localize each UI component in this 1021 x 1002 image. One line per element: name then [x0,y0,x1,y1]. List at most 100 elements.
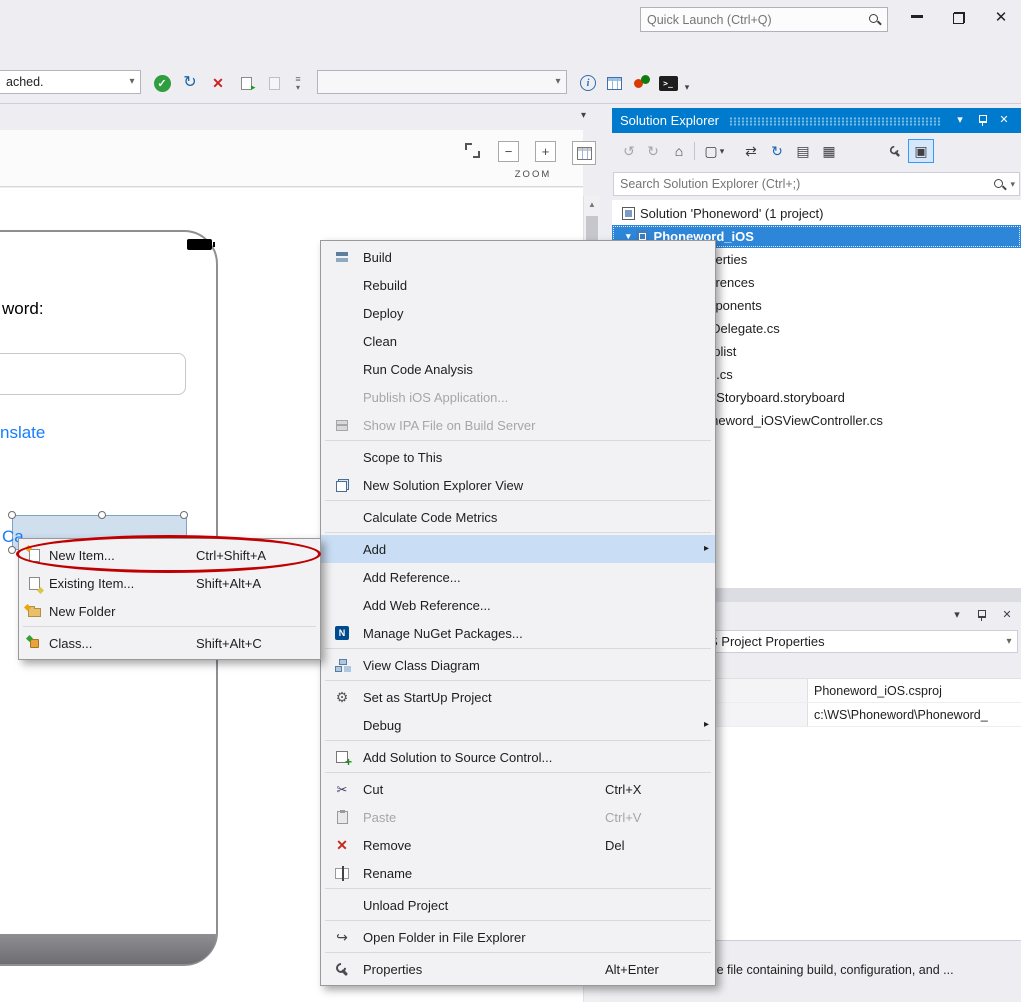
console-button[interactable]: >_ [656,72,680,94]
toolbar-overflow-button[interactable]: ≡ ▾ [290,72,306,94]
device-combobox-value: ached. [0,75,124,89]
home-icon[interactable]: ⌂ [668,141,690,161]
submenu-arrow-icon: ▸ [695,544,709,554]
menu-item-unload-project[interactable]: Unload Project [321,891,715,919]
context-menu: Build Rebuild Deploy Clean Run Code Anal… [320,240,716,986]
menu-item-run-code-analysis[interactable]: Run Code Analysis [321,355,715,383]
toolbar-separator [694,142,695,160]
submenu-item-new-item[interactable]: New Item... Ctrl+Shift+A [19,541,320,569]
new-folder-icon [28,608,41,617]
quick-launch[interactable] [640,7,888,32]
solution-explorer-search-input[interactable] [620,177,993,191]
build-icon [336,251,349,263]
locked-action-button[interactable] [262,72,286,94]
restore-icon [953,12,965,24]
connection-status-button[interactable]: ✓ [150,72,174,94]
search-icon[interactable] [868,13,881,26]
actual-size-button[interactable] [572,141,596,165]
zoom-out-button[interactable]: − [498,141,519,162]
resize-handle[interactable] [98,511,106,519]
resize-handle[interactable] [8,546,16,554]
menu-item-manage-nuget-packages[interactable]: N Manage NuGet Packages... [321,619,715,647]
menu-item-paste[interactable]: Paste Ctrl+V [321,803,715,831]
resize-handle[interactable] [180,511,188,519]
designer-pane-header [0,104,600,130]
property-value-cell[interactable]: Phoneword_iOS.csproj [808,679,1021,702]
menu-item-build[interactable]: Build [321,243,715,271]
translate-link[interactable]: nslate [0,423,45,443]
submenu-item-class[interactable]: Class... Shift+Alt+C [19,629,320,657]
menu-item-publish-ios-application[interactable]: Publish iOS Application... [321,383,715,411]
disconnect-button[interactable]: ✕ [206,72,230,94]
submenu-item-new-folder[interactable]: New Folder [19,597,320,625]
green-arrow-icon: ▸ [251,83,256,92]
preview-selected-items-icon[interactable]: ▣ [908,139,934,163]
class-icon [30,639,39,648]
info-button[interactable]: i [576,72,600,94]
tree-item-solution[interactable]: Solution 'Phoneword' (1 project) [612,202,1021,224]
sync-active-document-icon[interactable]: ⇄ [740,141,762,161]
menu-item-view-class-diagram[interactable]: View Class Diagram [321,651,715,679]
menu-item-show-ipa-file[interactable]: Show IPA File on Build Server [321,411,715,439]
menu-item-properties[interactable]: Properties Alt+Enter [321,955,715,983]
close-button[interactable]: ✕ [986,6,1016,30]
menu-item-deploy[interactable]: Deploy [321,299,715,327]
chevron-down-icon[interactable]: ▾ [550,77,566,87]
search-icon[interactable] [993,178,1006,191]
pane-options-chevron-icon[interactable]: ▾ [581,110,586,121]
menu-item-add[interactable]: Add ▸ [321,535,715,563]
scroll-up-icon[interactable]: ▲ [584,196,600,209]
property-value-cell[interactable]: c:\WS\Phoneword\Phoneword_ [808,703,1021,726]
search-options-chevron-icon[interactable]: ▾ [1010,180,1015,189]
refresh-connection-button[interactable]: ↻ [178,72,202,94]
device-combobox[interactable]: ached. ▾ [0,70,141,94]
quick-launch-input[interactable] [647,13,868,27]
menu-item-debug[interactable]: Debug ▸ [321,711,715,739]
phone-number-textfield[interactable] [0,353,186,395]
menu-item-remove[interactable]: ✕ Remove Del [321,831,715,859]
menu-item-add-solution-to-source-control[interactable]: Add Solution to Source Control... [321,743,715,771]
minimize-button[interactable] [902,6,932,30]
chevron-down-icon[interactable]: ▾ [1001,637,1017,647]
forward-icon[interactable]: ↻ [642,141,664,161]
menu-item-new-solution-explorer-view[interactable]: New Solution Explorer View [321,471,715,499]
menu-item-cut[interactable]: ✂ Cut Ctrl+X [321,775,715,803]
pin-icon[interactable] [970,606,992,624]
menu-item-calculate-code-metrics[interactable]: Calculate Code Metrics [321,503,715,531]
show-all-files-icon[interactable]: ▦ [818,141,840,161]
menu-item-add-reference[interactable]: Add Reference... [321,563,715,591]
resize-handle[interactable] [8,511,16,519]
tree-item[interactable]: Phoneword_iOSViewController.cs [688,409,883,432]
switch-views-chevron-icon[interactable]: ▾ [716,141,728,161]
feedback-button[interactable] [630,72,654,94]
pin-icon[interactable] [971,110,993,132]
menu-item-add-web-reference[interactable]: Add Web Reference... [321,591,715,619]
window-position-chevron-icon[interactable]: ▾ [946,606,968,624]
menu-item-scope-to-this[interactable]: Scope to This [321,443,715,471]
chevron-down-icon[interactable]: ▾ [124,77,140,87]
data-grid-button[interactable] [602,72,626,94]
collapse-all-icon[interactable]: ▤ [792,141,814,161]
deploy-to-device-button[interactable]: ▸ [234,72,258,94]
window-position-chevron-icon[interactable]: ▾ [949,110,971,132]
fit-to-screen-button[interactable] [465,143,480,161]
submenu-item-existing-item[interactable]: Existing Item... Shift+Alt+A [19,569,320,597]
console-icon: >_ [659,76,678,91]
menu-item-set-as-startup-project[interactable]: ⚙ Set as StartUp Project [321,683,715,711]
page-icon: ▸ [241,77,252,90]
back-icon[interactable]: ↺ [618,141,640,161]
menu-item-rename[interactable]: Rename [321,859,715,887]
refresh-icon[interactable]: ↻ [766,141,788,161]
menu-item-open-folder-in-file-explorer[interactable]: ↪ Open Folder in File Explorer [321,923,715,951]
close-icon[interactable]: ✕ [996,606,1018,624]
console-dropdown[interactable]: ▾ [680,72,694,94]
solution-explorer-titlebar[interactable]: Solution Explorer ▾ ✕ [612,108,1021,133]
configuration-combobox[interactable]: ▾ [317,70,567,94]
zoom-in-button[interactable]: + [535,141,556,162]
menu-item-rebuild[interactable]: Rebuild [321,271,715,299]
properties-wrench-icon[interactable] [884,141,906,161]
close-icon[interactable]: ✕ [993,110,1015,132]
restore-button[interactable] [944,6,974,30]
solution-explorer-search[interactable]: ▾ [613,172,1020,196]
menu-item-clean[interactable]: Clean [321,327,715,355]
